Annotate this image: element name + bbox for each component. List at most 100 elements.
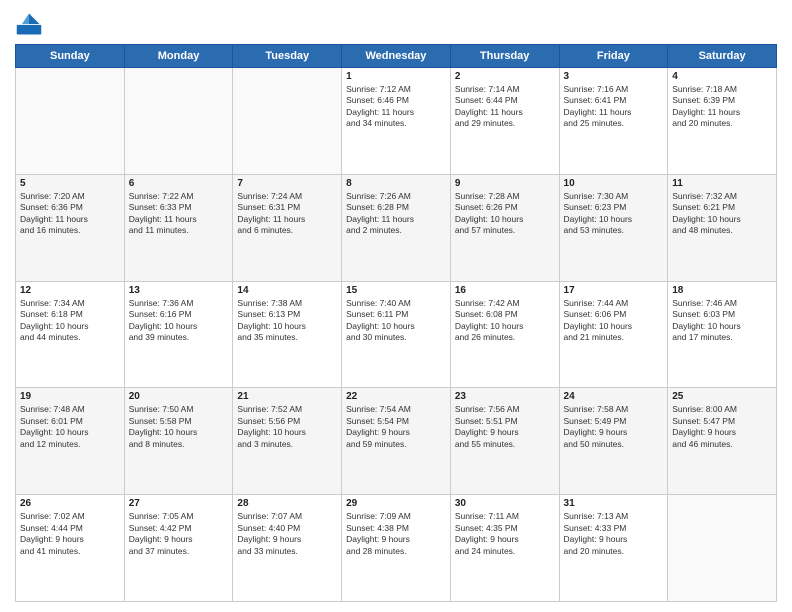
weekday-header-monday: Monday	[124, 45, 233, 68]
day-number: 27	[129, 498, 229, 509]
logo	[15, 10, 47, 38]
day-info: Sunrise: 7:32 AM Sunset: 6:21 PM Dayligh…	[672, 191, 772, 237]
day-number: 7	[237, 178, 337, 189]
calendar-cell	[233, 68, 342, 175]
day-info: Sunrise: 7:05 AM Sunset: 4:42 PM Dayligh…	[129, 511, 229, 557]
day-number: 14	[237, 285, 337, 296]
weekday-header-saturday: Saturday	[668, 45, 777, 68]
calendar-table: SundayMondayTuesdayWednesdayThursdayFrid…	[15, 44, 777, 602]
calendar-cell: 16Sunrise: 7:42 AM Sunset: 6:08 PM Dayli…	[450, 281, 559, 388]
day-info: Sunrise: 7:14 AM Sunset: 6:44 PM Dayligh…	[455, 84, 555, 130]
weekday-header-tuesday: Tuesday	[233, 45, 342, 68]
day-number: 9	[455, 178, 555, 189]
day-number: 3	[564, 71, 664, 82]
calendar-cell	[668, 495, 777, 602]
logo-icon	[15, 10, 43, 38]
calendar-cell: 23Sunrise: 7:56 AM Sunset: 5:51 PM Dayli…	[450, 388, 559, 495]
weekday-header-wednesday: Wednesday	[342, 45, 451, 68]
day-number: 22	[346, 391, 446, 402]
calendar-cell: 24Sunrise: 7:58 AM Sunset: 5:49 PM Dayli…	[559, 388, 668, 495]
day-number: 25	[672, 391, 772, 402]
day-info: Sunrise: 7:40 AM Sunset: 6:11 PM Dayligh…	[346, 298, 446, 344]
day-info: Sunrise: 7:11 AM Sunset: 4:35 PM Dayligh…	[455, 511, 555, 557]
day-number: 10	[564, 178, 664, 189]
calendar-cell: 29 Sunrise: 7:09 AM Sunset: 4:38 PM Dayli…	[342, 495, 451, 602]
calendar-cell: 1Sunrise: 7:12 AM Sunset: 6:46 PM Daylig…	[342, 68, 451, 175]
calendar-cell: 22Sunrise: 7:54 AM Sunset: 5:54 PM Dayli…	[342, 388, 451, 495]
day-number: 16	[455, 285, 555, 296]
calendar-cell: 12Sunrise: 7:34 AM Sunset: 6:18 PM Dayli…	[16, 281, 125, 388]
day-info: Sunrise: 7:52 AM Sunset: 5:56 PM Dayligh…	[237, 404, 337, 450]
day-number: 15	[346, 285, 446, 296]
weekday-header-sunday: Sunday	[16, 45, 125, 68]
day-info: Sunrise: 7:46 AM Sunset: 6:03 PM Dayligh…	[672, 298, 772, 344]
calendar-cell: 2 Sunrise: 7:14 AM Sunset: 6:44 PM Daylig…	[450, 68, 559, 175]
day-info: Sunrise: 7:44 AM Sunset: 6:06 PM Dayligh…	[564, 298, 664, 344]
calendar-cell: 28 Sunrise: 7:07 AM Sunset: 4:40 PM Dayli…	[233, 495, 342, 602]
calendar-week-row-4: 19 Sunrise: 7:48 AM Sunset: 6:01 PM Dayli…	[16, 388, 777, 495]
day-info: Sunrise: 7:28 AM Sunset: 6:26 PM Dayligh…	[455, 191, 555, 237]
page: SundayMondayTuesdayWednesdayThursdayFrid…	[0, 0, 792, 612]
day-number: 8	[346, 178, 446, 189]
day-number: 31	[564, 498, 664, 509]
day-number: 2	[455, 71, 555, 82]
day-info: Sunrise: 7:22 AM Sunset: 6:33 PM Dayligh…	[129, 191, 229, 237]
day-number: 30	[455, 498, 555, 509]
calendar-cell: 4Sunrise: 7:18 AM Sunset: 6:39 PM Daylig…	[668, 68, 777, 175]
day-info: Sunrise: 7:09 AM Sunset: 4:38 PM Dayligh…	[346, 511, 446, 557]
day-info: Sunrise: 7:13 AM Sunset: 4:33 PM Dayligh…	[564, 511, 664, 557]
day-number: 20	[129, 391, 229, 402]
day-info: Sunrise: 7:50 AM Sunset: 5:58 PM Dayligh…	[129, 404, 229, 450]
day-info: Sunrise: 8:00 AM Sunset: 5:47 PM Dayligh…	[672, 404, 772, 450]
calendar-week-row-1: 1Sunrise: 7:12 AM Sunset: 6:46 PM Daylig…	[16, 68, 777, 175]
day-info: Sunrise: 7:24 AM Sunset: 6:31 PM Dayligh…	[237, 191, 337, 237]
day-number: 17	[564, 285, 664, 296]
day-number: 28	[237, 498, 337, 509]
calendar-cell: 8 Sunrise: 7:26 AM Sunset: 6:28 PM Daylig…	[342, 174, 451, 281]
day-number: 6	[129, 178, 229, 189]
calendar-cell: 15 Sunrise: 7:40 AM Sunset: 6:11 PM Dayli…	[342, 281, 451, 388]
day-info: Sunrise: 7:12 AM Sunset: 6:46 PM Dayligh…	[346, 84, 446, 130]
day-info: Sunrise: 7:07 AM Sunset: 4:40 PM Dayligh…	[237, 511, 337, 557]
header	[15, 10, 777, 38]
calendar-cell: 9 Sunrise: 7:28 AM Sunset: 6:26 PM Daylig…	[450, 174, 559, 281]
calendar-cell: 19 Sunrise: 7:48 AM Sunset: 6:01 PM Dayli…	[16, 388, 125, 495]
calendar-week-row-2: 5Sunrise: 7:20 AM Sunset: 6:36 PM Daylig…	[16, 174, 777, 281]
calendar-cell	[16, 68, 125, 175]
day-info: Sunrise: 7:16 AM Sunset: 6:41 PM Dayligh…	[564, 84, 664, 130]
calendar-cell: 21 Sunrise: 7:52 AM Sunset: 5:56 PM Dayli…	[233, 388, 342, 495]
day-number: 26	[20, 498, 120, 509]
calendar-cell	[124, 68, 233, 175]
weekday-header-thursday: Thursday	[450, 45, 559, 68]
day-info: Sunrise: 7:26 AM Sunset: 6:28 PM Dayligh…	[346, 191, 446, 237]
day-info: Sunrise: 7:36 AM Sunset: 6:16 PM Dayligh…	[129, 298, 229, 344]
weekday-header-friday: Friday	[559, 45, 668, 68]
day-info: Sunrise: 7:20 AM Sunset: 6:36 PM Dayligh…	[20, 191, 120, 237]
day-number: 21	[237, 391, 337, 402]
day-info: Sunrise: 7:56 AM Sunset: 5:51 PM Dayligh…	[455, 404, 555, 450]
calendar-cell: 17 Sunrise: 7:44 AM Sunset: 6:06 PM Dayli…	[559, 281, 668, 388]
day-info: Sunrise: 7:48 AM Sunset: 6:01 PM Dayligh…	[20, 404, 120, 450]
calendar-cell: 11 Sunrise: 7:32 AM Sunset: 6:21 PM Dayli…	[668, 174, 777, 281]
day-info: Sunrise: 7:38 AM Sunset: 6:13 PM Dayligh…	[237, 298, 337, 344]
day-number: 24	[564, 391, 664, 402]
day-number: 29	[346, 498, 446, 509]
calendar-cell: 25 Sunrise: 8:00 AM Sunset: 5:47 PM Dayli…	[668, 388, 777, 495]
calendar-cell: 7 Sunrise: 7:24 AM Sunset: 6:31 PM Daylig…	[233, 174, 342, 281]
day-number: 12	[20, 285, 120, 296]
calendar-cell: 30 Sunrise: 7:11 AM Sunset: 4:35 PM Dayli…	[450, 495, 559, 602]
calendar-cell: 27 Sunrise: 7:05 AM Sunset: 4:42 PM Dayli…	[124, 495, 233, 602]
weekday-header-row: SundayMondayTuesdayWednesdayThursdayFrid…	[16, 45, 777, 68]
calendar-cell: 26 Sunrise: 7:02 AM Sunset: 4:44 PM Dayli…	[16, 495, 125, 602]
day-number: 19	[20, 391, 120, 402]
day-number: 13	[129, 285, 229, 296]
calendar-cell: 13 Sunrise: 7:36 AM Sunset: 6:16 PM Dayli…	[124, 281, 233, 388]
calendar-cell: 18Sunrise: 7:46 AM Sunset: 6:03 PM Dayli…	[668, 281, 777, 388]
calendar-cell: 20 Sunrise: 7:50 AM Sunset: 5:58 PM Dayli…	[124, 388, 233, 495]
day-number: 11	[672, 178, 772, 189]
day-number: 4	[672, 71, 772, 82]
calendar-week-row-5: 26 Sunrise: 7:02 AM Sunset: 4:44 PM Dayli…	[16, 495, 777, 602]
calendar-cell: 3 Sunrise: 7:16 AM Sunset: 6:41 PM Daylig…	[559, 68, 668, 175]
day-info: Sunrise: 7:02 AM Sunset: 4:44 PM Dayligh…	[20, 511, 120, 557]
calendar-cell: 14 Sunrise: 7:38 AM Sunset: 6:13 PM Dayli…	[233, 281, 342, 388]
